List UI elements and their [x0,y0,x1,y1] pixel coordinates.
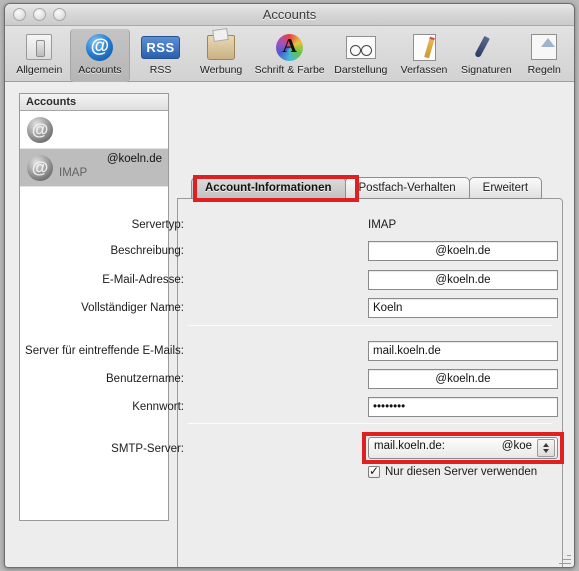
tab-account-informationen[interactable]: Account-Informationen [191,177,346,199]
username-value: @koeln.de [435,373,491,385]
rules-icon [531,32,558,62]
at-globe-icon: @ [86,32,114,62]
toolbar-item-schrift-farbe[interactable]: Schrift & Farbe [251,29,328,76]
field-label: SMTP-Server: [111,443,184,455]
tab-bar: Account-Informationen Postfach-Verhalten… [191,177,543,199]
field-label: Kennwort: [132,401,184,413]
divider [188,423,552,424]
field-label: Servertyp: [131,219,184,231]
divider [188,325,552,326]
field-beschreibung: Beschreibung: @koeln.de [5,241,574,263]
tab-erweitert[interactable]: Erweitert [468,177,543,199]
field-label: Benutzername: [106,373,184,385]
preferences-toolbar: Allgemein @ Accounts RSS RSS Werbung Sch… [5,26,574,82]
viewing-icon [345,32,376,62]
window-title: Accounts [262,7,317,22]
tab-postfach-verhalten[interactable]: Postfach-Verhalten [344,177,470,199]
list-item[interactable]: @ @koeln.de IMAP [20,149,168,187]
color-wheel-icon [276,32,304,62]
toolbar-item-werbung[interactable]: Werbung [191,29,252,76]
account-type: IMAP [59,167,88,179]
field-vollstaendiger-name: Vollständiger Name: Koeln [5,298,574,320]
field-servertype: Servertyp: IMAP [5,215,574,237]
toolbar-label: Allgemein [16,64,63,76]
list-item[interactable]: @ [20,111,168,149]
description-value: @koeln.de [435,245,491,257]
at-globe-icon: @ [27,155,53,181]
toolbar-label: Accounts [78,64,122,76]
pen-icon [472,32,500,62]
field-label: Vollständiger Name: [81,302,184,314]
toolbar-item-regeln[interactable]: Regeln [518,29,570,76]
accounts-preferences-window: Accounts Allgemein @ Accounts RSS RSS We… [4,3,575,568]
toolbar-label: Werbung [199,64,243,76]
account-name: @koeln.de [106,153,162,165]
toolbar-item-verfassen[interactable]: Verfassen [394,29,455,76]
toolbar-label: Verfassen [400,64,448,76]
at-globe-icon: @ [27,117,53,143]
password-value: •••••••• [373,401,406,413]
field-label: E-Mail-Adresse: [102,274,184,286]
incoming-server-value: mail.koeln.de [373,345,441,357]
window-titlebar: Accounts [5,4,574,26]
field-label: Beschreibung: [110,245,184,257]
field-benutzername: Benutzername: @koeln.de [5,369,574,391]
fullname-value: Koeln [373,302,403,314]
smtp-value-right: @koe [501,440,532,452]
rss-icon: RSS [141,32,180,62]
toolbar-label: Regeln [527,64,561,76]
toolbar-item-allgemein[interactable]: Allgemein [9,29,70,76]
chevron-updown-icon[interactable] [537,439,555,457]
field-email-adresse: E-Mail-Adresse: @koeln.de [5,270,574,292]
incoming-server-input[interactable]: mail.koeln.de [368,341,558,361]
smtp-server-dropdown[interactable]: mail.koeln.de: @koe [368,437,558,459]
toolbar-label: Signaturen [460,64,512,76]
toolbar-label: Schrift & Farbe [254,64,325,76]
use-only-this-server-label: Nur diesen Server verwenden [385,466,538,478]
toolbar-label: Darstellung [334,64,388,76]
email-value: @koeln.de [435,274,491,286]
use-only-this-server-checkbox[interactable] [368,464,380,478]
toolbar-item-accounts[interactable]: @ Accounts [69,29,131,82]
sidebar-header: Accounts [20,94,168,111]
field-label: Server für eintreffende E-Mails: [25,345,184,357]
smtp-value-left: mail.koeln.de: [374,440,445,452]
use-only-this-server-row[interactable]: Nur diesen Server verwenden [368,464,538,478]
toolbar-item-darstellung[interactable]: Darstellung [328,29,394,76]
fullname-input[interactable]: Koeln [368,298,558,318]
servertype-value: IMAP [368,219,397,231]
pencil-icon [412,32,436,62]
switch-icon [26,32,53,62]
email-input[interactable]: @koeln.de [368,270,558,290]
username-input[interactable]: @koeln.de [368,369,558,389]
field-incoming-server: Server für eintreffende E-Mails: mail.ko… [5,341,574,363]
description-input[interactable]: @koeln.de [368,241,558,261]
resize-grip[interactable] [558,552,571,565]
field-kennwort: Kennwort: •••••••• [5,397,574,419]
toolbar-item-rss[interactable]: RSS RSS [130,29,191,76]
toolbar-label: RSS [149,64,172,76]
toolbar-item-signaturen[interactable]: Signaturen [454,29,518,76]
password-input[interactable]: •••••••• [368,397,558,417]
preferences-body: Accounts @ @ @koeln.de IMAP Account-Info… [5,82,574,567]
junk-bag-icon [207,32,236,62]
